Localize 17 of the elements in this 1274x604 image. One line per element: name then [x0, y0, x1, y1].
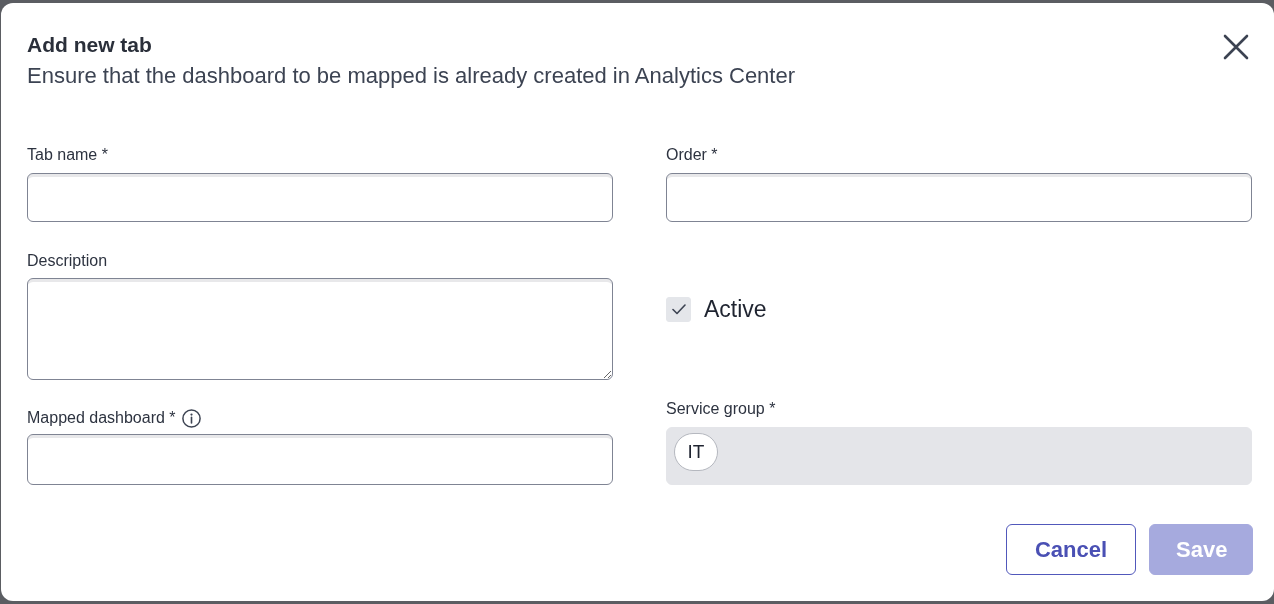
- field-label: Description: [27, 251, 108, 271]
- field-label: Service group *: [666, 399, 776, 419]
- field-label: Tab name *: [27, 145, 108, 165]
- description-input[interactable]: [27, 278, 613, 380]
- dialog-title: Add new tab: [27, 32, 153, 58]
- cancel-button[interactable]: Cancel: [1006, 524, 1136, 575]
- text-input[interactable]: [27, 173, 613, 222]
- dialog-subtitle: Ensure that the dashboard to be mapped is already created in Analytics Center: [27, 62, 796, 90]
- checkbox-label: Active: [704, 296, 767, 322]
- text-input[interactable]: [666, 173, 1252, 222]
- field-label: Mapped dashboard *: [27, 408, 176, 428]
- close-icon: [1223, 34, 1249, 60]
- close-button[interactable]: [1223, 34, 1249, 60]
- text-input[interactable]: [27, 434, 613, 485]
- active-checkbox[interactable]: [666, 296, 691, 322]
- field-label: Order *: [666, 145, 718, 165]
- checkmark-icon: [671, 303, 686, 315]
